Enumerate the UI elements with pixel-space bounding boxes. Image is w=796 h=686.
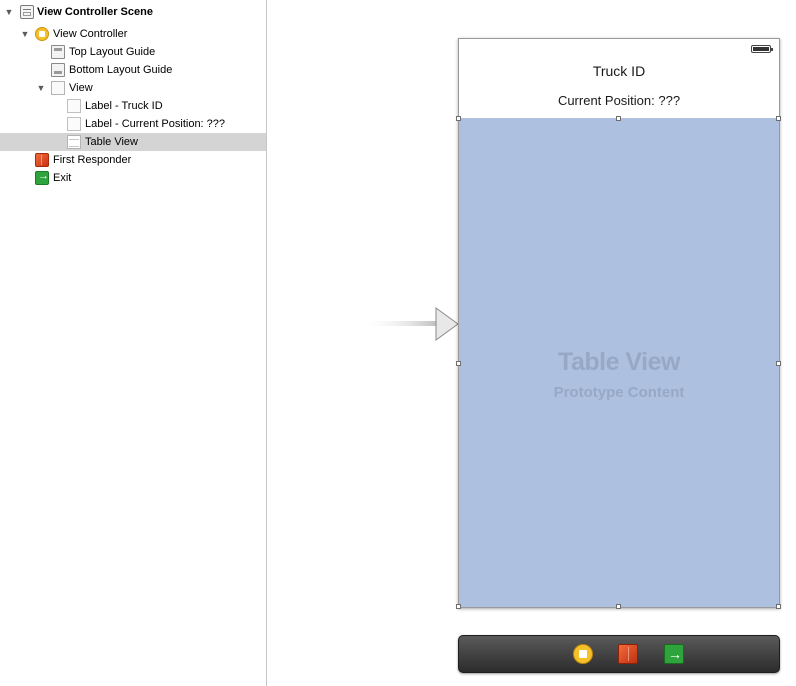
exit-icon[interactable]	[664, 644, 684, 664]
initial-view-controller-arrow-icon[interactable]	[360, 306, 460, 344]
disclosure-triangle-icon[interactable]: ▼	[20, 29, 30, 39]
outline-item-view[interactable]: ▼ View	[0, 79, 266, 97]
outline-item-label: Top Layout Guide	[69, 46, 156, 58]
resize-handle-left[interactable]	[456, 361, 461, 366]
outline-item-label-current-position[interactable]: Label - Current Position: ???	[0, 115, 266, 133]
outline-item-first-responder[interactable]: First Responder	[0, 151, 266, 169]
outline-item-label-truck-id[interactable]: Label - Truck ID	[0, 97, 266, 115]
current-position-label[interactable]: Current Position: ???	[459, 93, 779, 108]
view-controller-scene-frame[interactable]: Truck ID Current Position: ??? Table Vie…	[456, 38, 781, 609]
outline-item-label: Label - Truck ID	[85, 100, 163, 112]
table-view-placeholder-subtitle: Prototype Content	[553, 384, 685, 401]
resize-handle-top-left[interactable]	[456, 116, 461, 121]
view-controller-icon	[35, 27, 49, 41]
truck-id-label[interactable]: Truck ID	[459, 63, 779, 79]
outline-item-label: View Controller	[53, 28, 128, 40]
table-view-icon	[67, 135, 81, 149]
table-view[interactable]: Table View Prototype Content	[459, 118, 779, 607]
resize-handle-bottom-right[interactable]	[776, 604, 781, 609]
scene-dock	[458, 635, 780, 673]
first-responder-icon	[35, 153, 49, 167]
resize-handle-top-right[interactable]	[776, 116, 781, 121]
resize-handle-right[interactable]	[776, 361, 781, 366]
table-view-placeholder-title: Table View	[558, 348, 680, 376]
outline-item-view-controller[interactable]: ▼ View Controller	[0, 25, 266, 43]
first-responder-icon[interactable]	[618, 644, 638, 664]
resize-handle-top[interactable]	[616, 116, 621, 121]
resize-handle-bottom[interactable]	[616, 604, 621, 609]
outline-item-label: Exit	[53, 172, 72, 184]
document-outline: ▼ View Controller Scene ▼ View Controlle…	[0, 0, 266, 686]
outline-item-label: View	[69, 82, 93, 94]
disclosure-triangle-icon[interactable]: ▼	[4, 7, 14, 17]
exit-icon	[35, 170, 49, 185]
battery-icon	[751, 45, 773, 53]
layout-guide-icon	[51, 63, 65, 77]
view-controller-icon[interactable]	[573, 644, 593, 664]
outline-item-label: View Controller Scene	[37, 6, 153, 18]
view-icon	[51, 81, 65, 95]
outline-item-label: Label - Current Position: ???	[85, 118, 226, 130]
resize-handle-bottom-left[interactable]	[456, 604, 461, 609]
outline-item-label: Bottom Layout Guide	[69, 64, 173, 76]
outline-item-label: Table View	[85, 136, 138, 148]
disclosure-triangle-icon[interactable]: ▼	[36, 83, 46, 93]
outline-item-exit[interactable]: Exit	[0, 169, 266, 187]
outline-item-top-layout-guide[interactable]: Top Layout Guide	[0, 43, 266, 61]
label-icon	[67, 117, 81, 131]
outline-item-view-controller-scene[interactable]: ▼ View Controller Scene	[0, 3, 266, 21]
scene-icon	[20, 5, 34, 19]
label-icon	[67, 99, 81, 113]
outline-item-label: First Responder	[53, 154, 132, 166]
outline-item-bottom-layout-guide[interactable]: Bottom Layout Guide	[0, 61, 266, 79]
layout-guide-icon	[51, 45, 65, 59]
outline-item-table-view[interactable]: Table View	[0, 133, 266, 151]
